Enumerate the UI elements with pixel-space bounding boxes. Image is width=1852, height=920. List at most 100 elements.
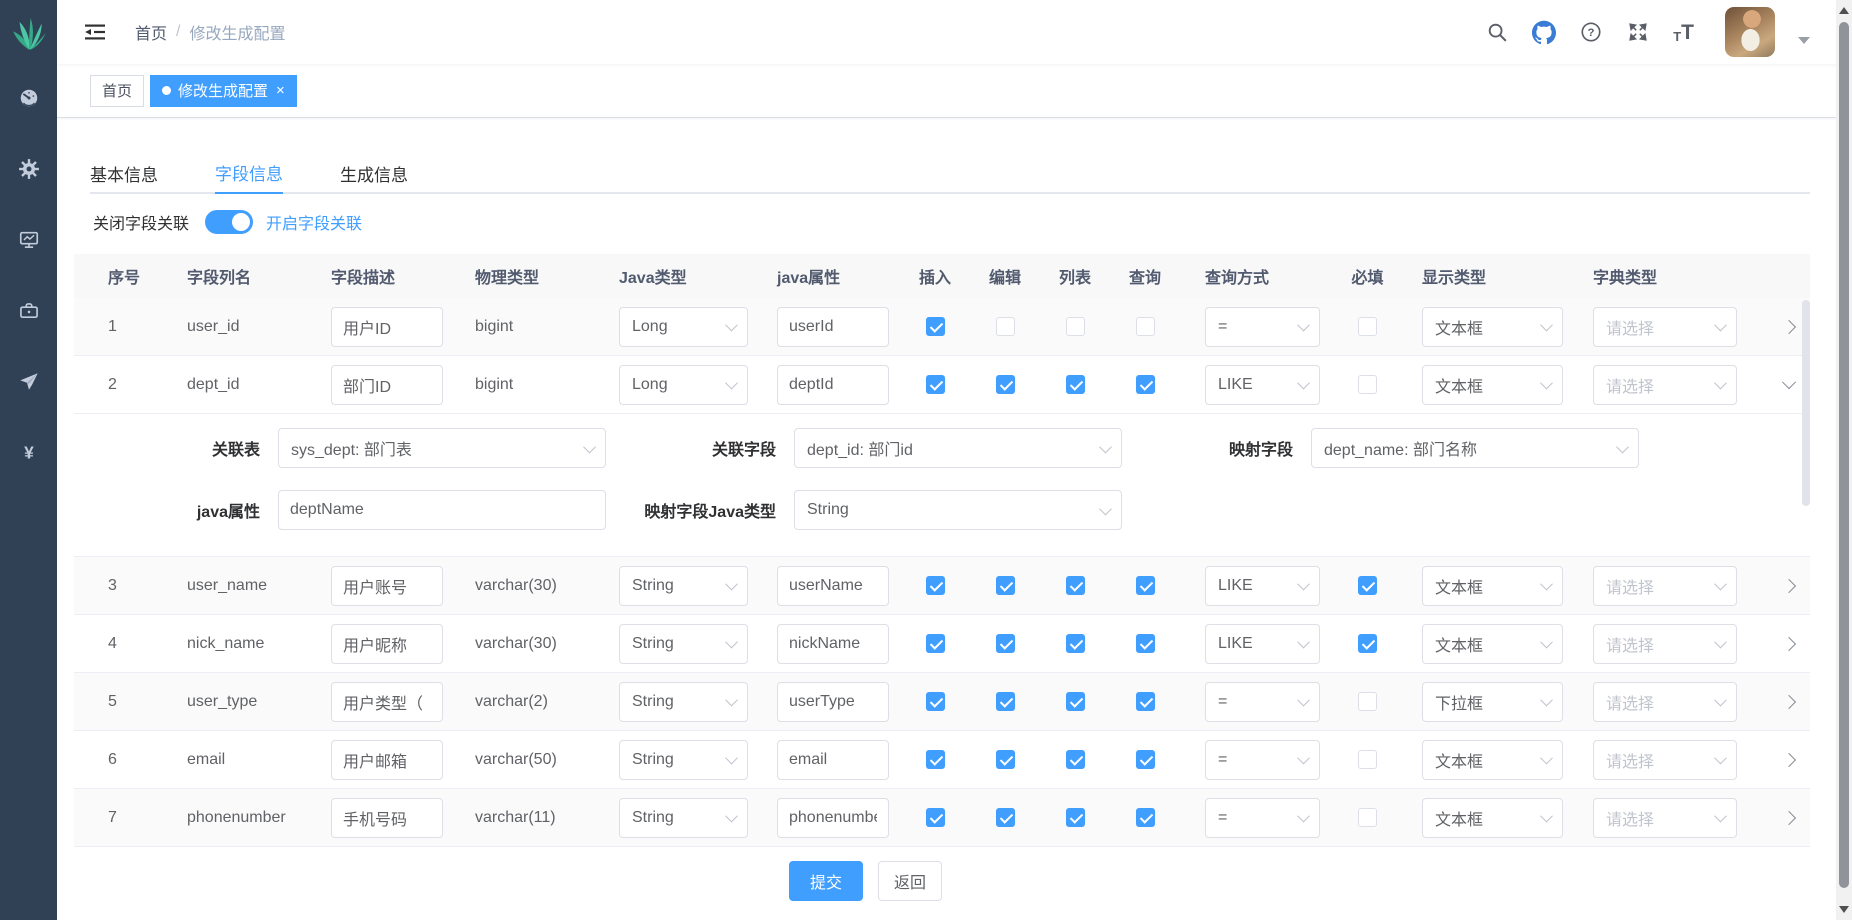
java-attr-input[interactable] xyxy=(777,566,889,606)
query-checkbox[interactable] xyxy=(1136,375,1155,394)
list-checkbox[interactable] xyxy=(1066,317,1085,336)
sidebar-item-tool[interactable] xyxy=(17,299,41,323)
expand-row-button[interactable] xyxy=(1782,636,1796,650)
java-type-select[interactable]: Long xyxy=(619,365,748,405)
user-menu-caret-icon[interactable] xyxy=(1798,37,1810,44)
sidebar-collapse-button[interactable] xyxy=(83,20,107,44)
expand-row-button[interactable] xyxy=(1782,694,1796,708)
search-button[interactable] xyxy=(1485,20,1509,44)
back-button[interactable]: 返回 xyxy=(878,861,942,901)
required-checkbox[interactable] xyxy=(1358,692,1377,711)
insert-checkbox[interactable] xyxy=(926,375,945,394)
java-type-select[interactable]: String xyxy=(619,798,748,838)
list-checkbox[interactable] xyxy=(1066,576,1085,595)
java-attr-input[interactable] xyxy=(777,682,889,722)
avatar[interactable] xyxy=(1725,7,1775,57)
edit-checkbox[interactable] xyxy=(996,692,1015,711)
sidebar-item-dashboard[interactable] xyxy=(17,86,41,110)
display-type-select[interactable]: 文本框 xyxy=(1422,566,1563,606)
dict-type-select[interactable]: 请选择 xyxy=(1593,682,1737,722)
help-button[interactable]: ? xyxy=(1579,20,1603,44)
query-type-select[interactable]: LIKE xyxy=(1205,566,1320,606)
tag-home[interactable]: 首页 xyxy=(90,75,144,107)
dict-type-select[interactable]: 请选择 xyxy=(1593,798,1737,838)
query-checkbox[interactable] xyxy=(1136,576,1155,595)
display-type-select[interactable]: 下拉框 xyxy=(1422,682,1563,722)
insert-checkbox[interactable] xyxy=(926,750,945,769)
expand-row-button[interactable] xyxy=(1782,319,1796,333)
java-attr-input[interactable] xyxy=(777,740,889,780)
sidebar-item-finance[interactable]: ¥ xyxy=(17,441,41,465)
java-type-select[interactable]: String xyxy=(619,624,748,664)
tab-field-info[interactable]: 字段信息 xyxy=(215,152,283,194)
display-type-select[interactable]: 文本框 xyxy=(1422,798,1563,838)
description-input[interactable] xyxy=(331,798,443,838)
java-attr-input[interactable] xyxy=(777,365,889,405)
edit-checkbox[interactable] xyxy=(996,634,1015,653)
sidebar-item-monitor[interactable] xyxy=(17,228,41,252)
display-type-select[interactable]: 文本框 xyxy=(1422,624,1563,664)
description-input[interactable] xyxy=(331,365,443,405)
display-type-select[interactable]: 文本框 xyxy=(1422,740,1563,780)
scrollbar-thumb[interactable] xyxy=(1839,22,1849,888)
insert-checkbox[interactable] xyxy=(926,692,945,711)
description-input[interactable] xyxy=(331,566,443,606)
edit-checkbox[interactable] xyxy=(996,576,1015,595)
mapping-field-select[interactable]: dept_name: 部门名称 xyxy=(1311,428,1639,468)
expand-row-button[interactable] xyxy=(1782,578,1796,592)
query-type-select[interactable]: = xyxy=(1205,307,1320,347)
query-type-select[interactable]: = xyxy=(1205,682,1320,722)
expand-row-button[interactable] xyxy=(1782,810,1796,824)
display-type-select[interactable]: 文本框 xyxy=(1422,365,1563,405)
font-size-button[interactable]: TT xyxy=(1673,22,1694,43)
edit-checkbox[interactable] xyxy=(996,375,1015,394)
tab-gen-info[interactable]: 生成信息 xyxy=(340,152,408,194)
description-input[interactable] xyxy=(331,624,443,664)
github-button[interactable] xyxy=(1532,20,1556,44)
page-scrollbar[interactable] xyxy=(1836,0,1852,920)
dict-type-select[interactable]: 请选择 xyxy=(1593,624,1737,664)
query-type-select[interactable]: = xyxy=(1205,740,1320,780)
query-checkbox[interactable] xyxy=(1136,634,1155,653)
tag-close-icon[interactable]: × xyxy=(276,83,285,98)
java-type-select[interactable]: String xyxy=(619,566,748,606)
java-attr-input[interactable] xyxy=(777,307,889,347)
query-checkbox[interactable] xyxy=(1136,317,1155,336)
tag-active-page[interactable]: 修改生成配置 × xyxy=(150,75,297,107)
query-checkbox[interactable] xyxy=(1136,808,1155,827)
insert-checkbox[interactable] xyxy=(926,634,945,653)
required-checkbox[interactable] xyxy=(1358,808,1377,827)
tab-basic-info[interactable]: 基本信息 xyxy=(90,152,158,194)
insert-checkbox[interactable] xyxy=(926,317,945,336)
sidebar-item-send[interactable] xyxy=(17,370,41,394)
dict-type-select[interactable]: 请选择 xyxy=(1593,566,1737,606)
description-input[interactable] xyxy=(331,682,443,722)
dict-type-select[interactable]: 请选择 xyxy=(1593,740,1737,780)
java-type-select[interactable]: String xyxy=(619,740,748,780)
required-checkbox[interactable] xyxy=(1358,375,1377,394)
mapping-java-type-select[interactable]: String xyxy=(794,490,1122,530)
sidebar-item-system[interactable] xyxy=(17,157,41,181)
dict-type-select[interactable]: 请选择 xyxy=(1593,307,1737,347)
query-type-select[interactable]: LIKE xyxy=(1205,365,1320,405)
relation-field-select[interactable]: dept_id: 部门id xyxy=(794,428,1122,468)
scrollbar-down-arrow[interactable] xyxy=(1839,906,1849,913)
scrollbar-up-arrow[interactable] xyxy=(1839,7,1849,14)
required-checkbox[interactable] xyxy=(1358,750,1377,769)
query-checkbox[interactable] xyxy=(1136,750,1155,769)
dict-type-select[interactable]: 请选择 xyxy=(1593,365,1737,405)
edit-checkbox[interactable] xyxy=(996,808,1015,827)
display-type-select[interactable]: 文本框 xyxy=(1422,307,1563,347)
insert-checkbox[interactable] xyxy=(926,576,945,595)
java-type-select[interactable]: String xyxy=(619,682,748,722)
relation-table-select[interactable]: sys_dept: 部门表 xyxy=(278,428,606,468)
field-relation-switch[interactable] xyxy=(205,210,253,234)
edit-checkbox[interactable] xyxy=(996,750,1015,769)
required-checkbox[interactable] xyxy=(1358,634,1377,653)
list-checkbox[interactable] xyxy=(1066,375,1085,394)
expand-row-button[interactable] xyxy=(1782,375,1796,389)
table-scrollbar-thumb[interactable] xyxy=(1802,300,1810,506)
java-attr-input[interactable] xyxy=(777,798,889,838)
java-attribute-input[interactable] xyxy=(278,490,606,530)
list-checkbox[interactable] xyxy=(1066,692,1085,711)
